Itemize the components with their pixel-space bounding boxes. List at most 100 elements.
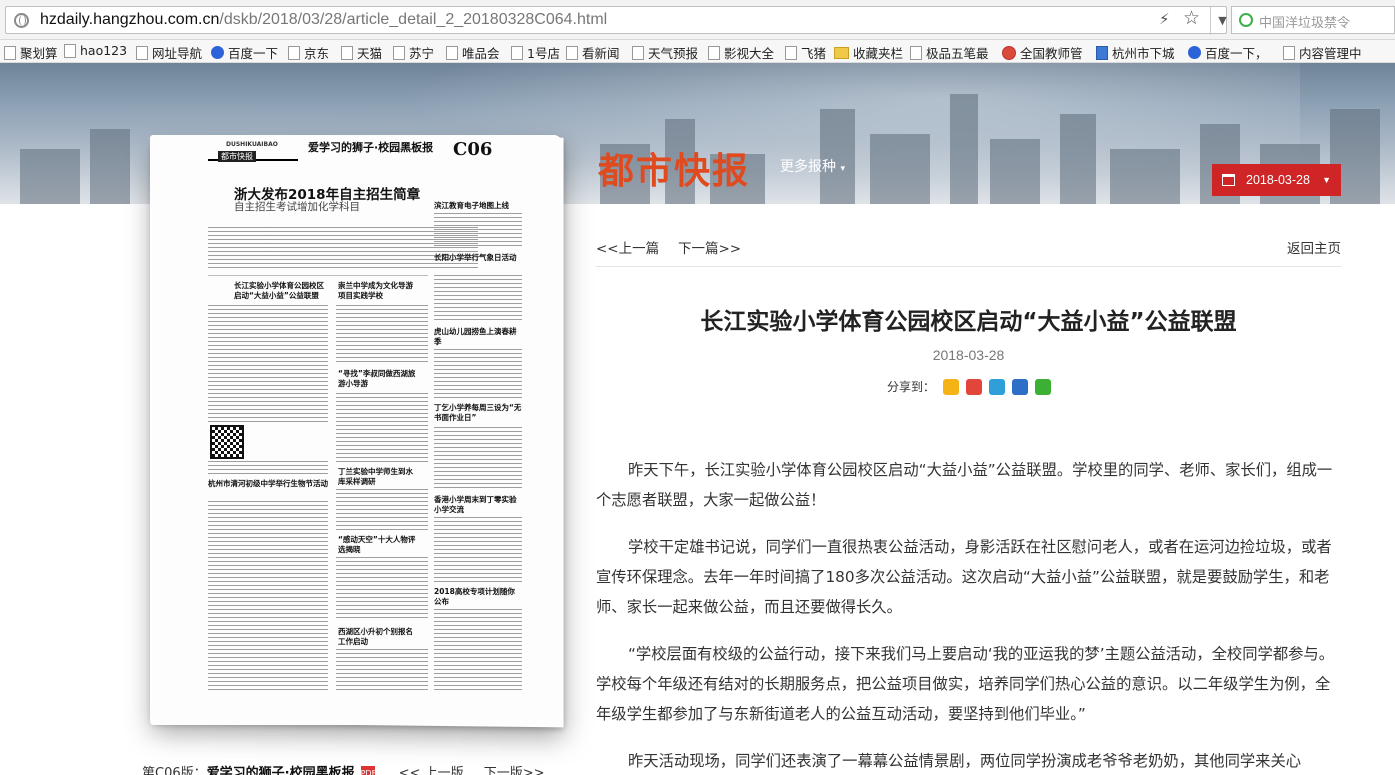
tencent-weibo-share-icon[interactable] [989,379,1005,395]
story-heading[interactable]: 崇兰中学成为文化导游项目实践学校 [338,281,418,301]
building [990,139,1040,204]
bookmark-item[interactable]: 天气预报 [632,43,698,62]
bookmark-item[interactable]: 网址导航 [136,43,202,62]
renren-share-icon[interactable] [1012,379,1028,395]
story-heading[interactable]: 丁兰实验中学师生到水库采样调研 [338,467,418,487]
story-heading[interactable]: “感动天空”十大人物评选揭晓 [338,535,418,555]
bookmark-item[interactable]: 1号店 [511,43,560,62]
url-path: /dskb/2018/03/28/article_detail_2_201803… [219,11,607,28]
newspaper-subhead: 自主招生考试增加化学科目 [234,199,360,214]
hangzhou-icon [1096,46,1108,60]
text-block [434,349,522,399]
bookmark-folder[interactable]: 收藏夹栏 [834,43,903,62]
prev-article-link[interactable]: <<上一篇 [596,237,659,257]
wechat-share-icon[interactable] [1035,379,1051,395]
story-heading[interactable]: 2018高校专项计划随你公布 [434,587,522,607]
weibo-share-icon[interactable] [966,379,982,395]
teacher-icon [1002,46,1016,60]
building [90,129,130,204]
story-heading[interactable]: 长江实验小学体育公园校区启动“大益小益”公益联盟 [234,281,329,301]
building [20,149,80,204]
calendar-icon [1222,174,1235,186]
page-caption: 第C06版：爱学习的狮子·校园黑板报 PDF << 上一版 下一版>> [142,762,545,775]
text-block [208,305,328,425]
page-icon [566,46,578,60]
article-paragraph: 学校干定雄书记说，同学们一直很热衷公益活动，身影活跃在社区慰问老人，或者在运河边… [596,532,1341,622]
baidu-paw-icon [211,46,224,59]
building [1110,149,1180,204]
globe-icon [14,13,29,28]
page-icon [708,46,720,60]
bookmark-item[interactable]: 京东 [288,43,329,62]
browser-toolbar: hzdaily.hangzhou.com.cn/dskb/2018/03/28/… [0,0,1395,40]
story-heading[interactable]: 香港小学周末到丁零实验小学交流 [434,495,522,515]
text-block [336,305,428,365]
story-heading[interactable]: 长阳小学举行气象日活动 [434,253,522,263]
story-heading[interactable]: 杭州市清河初级中学举行生物节活动 [208,479,333,489]
divider [208,275,428,276]
story-heading[interactable]: 滨江教育电子地图上线 [434,201,524,211]
home-link[interactable]: 返回主页 [1287,237,1341,257]
url-host: hzdaily.hangzhou.com.cn [40,11,219,28]
page-icon [632,46,644,60]
bookmark-item[interactable]: 聚划算 [4,43,58,62]
bookmark-item[interactable]: 全国教师管 [1002,43,1083,62]
story-heading[interactable]: 丁乞小学养每周三设为“无书面作业日” [434,403,524,423]
lightning-icon[interactable]: ⚡ [1159,10,1170,28]
text-block [434,609,522,691]
pdf-icon[interactable]: PDF [361,766,375,775]
bookmark-item[interactable]: 百度一下， [1188,43,1268,62]
text-block [336,489,428,531]
next-page-link[interactable]: 下一版>> [484,766,545,775]
story-heading[interactable]: 虎山幼儿园捞鱼上演春耕季 [434,327,522,347]
text-block [336,393,428,463]
newspaper-page[interactable]: DUSHIKUAIBAO 都市快报 爱学习的狮子·校园黑板报 C06 浙大发布2… [150,135,562,725]
brand-logo[interactable]: 都市快报 [598,142,750,194]
text-block [434,275,522,323]
url-text[interactable]: hzdaily.hangzhou.com.cn/dskb/2018/03/28/… [40,11,607,29]
bookmark-item[interactable]: 看新闻 [566,43,620,62]
bookmark-item[interactable]: 极品五笔最 [910,43,989,62]
page-icon [393,46,405,60]
qr-code [210,425,244,459]
qzone-share-icon[interactable] [943,379,959,395]
page-icon [4,46,16,60]
more-papers-menu[interactable]: 更多报种 ▾ [780,156,845,176]
text-block [434,427,522,489]
bookmark-item[interactable]: 飞猪 [785,43,826,62]
building [950,94,978,204]
text-block [434,213,522,249]
story-heading[interactable]: “寻找”李叔同做西湖旅游小导游 [338,369,418,389]
search-placeholder: 中国洋垃圾禁令 [1259,12,1350,31]
bookmark-item[interactable]: 唯品会 [446,43,500,62]
article-navigation: <<上一篇 下一篇>> 返回主页 [596,237,1341,267]
search-engine-icon [1239,13,1253,27]
article-title: 长江实验小学体育公园校区启动“大益小益”公益联盟 [596,302,1341,336]
bookmark-item[interactable]: 内容管理中 [1283,43,1362,62]
prev-page-link[interactable]: << 上一版 [399,766,464,775]
article-date: 2018-03-28 [596,347,1341,363]
page-icon [64,44,76,58]
article-paragraph: “学校层面有校级的公益行动，接下来我们马上要启动‘我的亚运我的梦’主题公益活动，… [596,639,1341,729]
article-paragraph: 昨天活动现场，同学们还表演了一幕幕公益情景剧，两位同学扮演成老爷爷老奶奶，其他同… [596,746,1341,775]
bookmark-item[interactable]: 苏宁 [393,43,434,62]
caption-section-link[interactable]: 爱学习的狮子·校园黑板报 [207,766,355,775]
next-article-link[interactable]: 下一篇>> [678,237,741,257]
story-heading[interactable]: 西湖区小升初个别报名工作启动 [338,627,418,647]
baidu-paw-icon [1188,46,1201,59]
newspaper-page-number: C06 [453,139,492,160]
bookmark-item[interactable]: 天猫 [341,43,382,62]
bookmark-item[interactable]: 杭州市下城 [1096,43,1175,62]
bookmark-item[interactable]: hao123 [64,43,127,58]
share-label: 分享到： [887,378,935,395]
page-icon [785,46,797,60]
bookmark-item[interactable]: 影视大全 [708,43,774,62]
newspaper-section-title: 爱学习的狮子·校园黑板报 [308,139,433,155]
bookmark-item[interactable]: 百度一下 [211,43,278,62]
date-picker-button[interactable]: 2018-03-28 ▼ [1212,164,1341,196]
article-paragraph: 昨天下午，长江实验小学体育公园校区启动“大益小益”公益联盟。学校里的同学、老师、… [596,455,1341,515]
page-icon [136,46,148,60]
search-input[interactable]: 中国洋垃圾禁令 [1231,6,1395,34]
bookmark-star-icon[interactable]: ☆ [1183,7,1200,29]
address-bar[interactable]: hzdaily.hangzhou.com.cn/dskb/2018/03/28/… [5,6,1227,34]
